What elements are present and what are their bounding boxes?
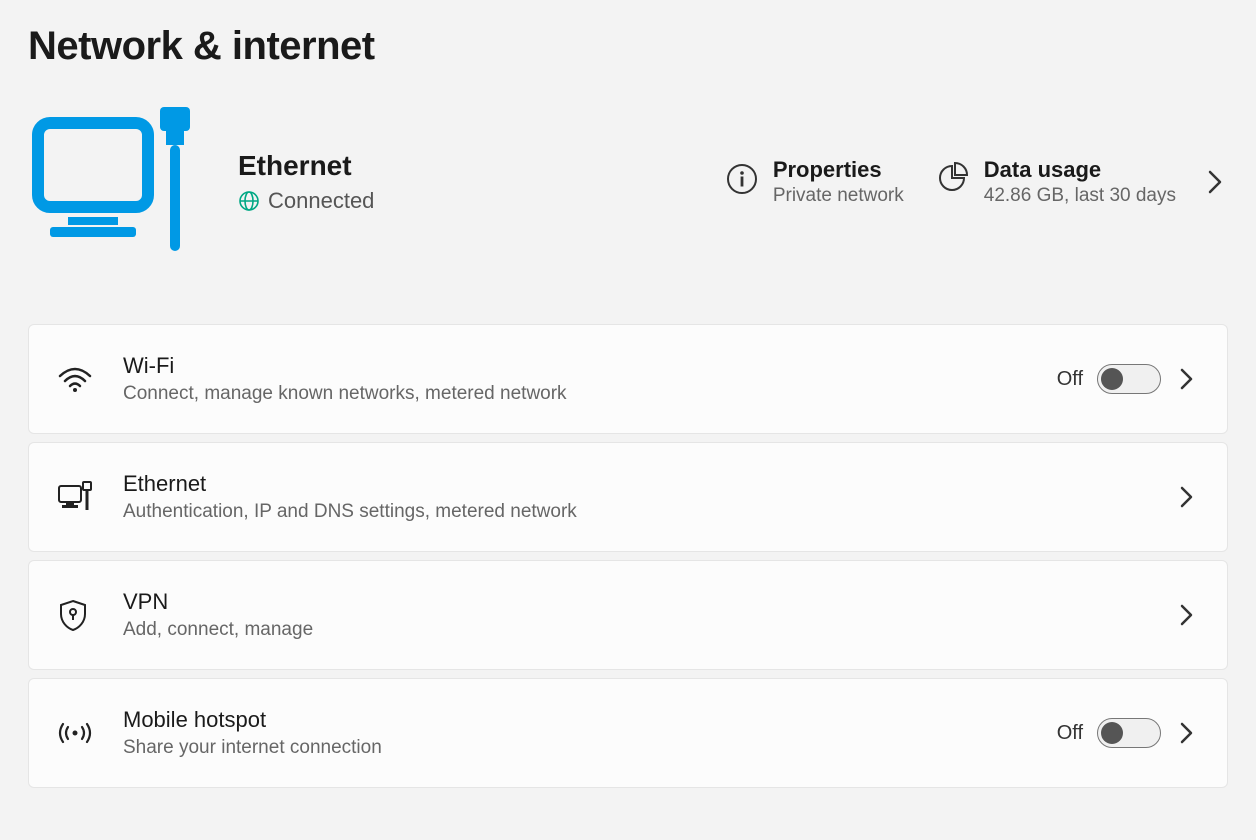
data-usage-title: Data usage [984, 157, 1176, 183]
properties-button[interactable]: Properties Private network [719, 153, 910, 211]
list-item-subtitle: Add, connect, manage [123, 619, 1175, 641]
page-title: Network & internet [28, 24, 1228, 69]
list-item-hotspot[interactable]: Mobile hotspot Share your internet conne… [28, 678, 1228, 788]
connection-summary: Ethernet Connected [28, 99, 374, 264]
connection-state: Connected [268, 188, 374, 214]
hotspot-icon [57, 718, 109, 748]
chevron-right-icon [1175, 720, 1199, 746]
shield-icon [57, 598, 109, 632]
hotspot-toggle[interactable] [1097, 718, 1161, 748]
chevron-right-icon [1175, 484, 1199, 510]
pie-chart-icon [936, 162, 970, 201]
properties-subtitle: Private network [773, 185, 904, 207]
properties-title: Properties [773, 157, 904, 183]
connection-status: Ethernet Connected [28, 99, 1228, 276]
list-item-title: VPN [123, 589, 1175, 615]
list-item-vpn[interactable]: VPN Add, connect, manage [28, 560, 1228, 670]
list-item-title: Ethernet [123, 471, 1175, 497]
data-usage-subtitle: 42.86 GB, last 30 days [984, 185, 1176, 207]
settings-list: Wi-Fi Connect, manage known networks, me… [28, 324, 1228, 788]
toggle-label: Off [1057, 722, 1083, 745]
wifi-toggle[interactable] [1097, 364, 1161, 394]
ethernet-icon [57, 480, 109, 514]
connection-name: Ethernet [238, 150, 374, 182]
info-icon [725, 162, 759, 201]
list-item-title: Mobile hotspot [123, 707, 1057, 733]
chevron-right-icon [1175, 602, 1199, 628]
wifi-icon [57, 364, 109, 394]
list-item-wifi[interactable]: Wi-Fi Connect, manage known networks, me… [28, 324, 1228, 434]
globe-icon [238, 190, 260, 212]
ethernet-monitor-icon [28, 99, 198, 264]
connection-detail-chevron[interactable] [1202, 168, 1228, 196]
list-item-ethernet[interactable]: Ethernet Authentication, IP and DNS sett… [28, 442, 1228, 552]
list-item-subtitle: Authentication, IP and DNS settings, met… [123, 501, 1175, 523]
chevron-right-icon [1175, 366, 1199, 392]
list-item-subtitle: Connect, manage known networks, metered … [123, 383, 1057, 405]
data-usage-button[interactable]: Data usage 42.86 GB, last 30 days [930, 153, 1182, 211]
list-item-title: Wi-Fi [123, 353, 1057, 379]
list-item-subtitle: Share your internet connection [123, 737, 1057, 759]
toggle-label: Off [1057, 368, 1083, 391]
